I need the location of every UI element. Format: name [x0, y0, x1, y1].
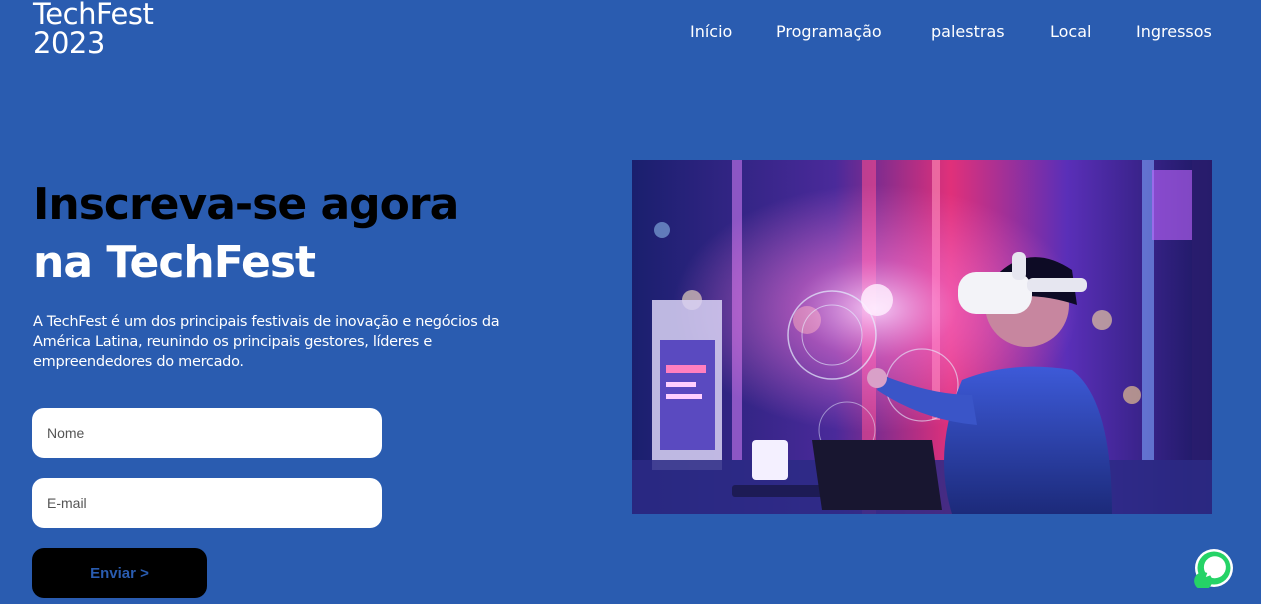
- main-nav: Início Programação palestras Local Ingre…: [0, 20, 1261, 44]
- nav-link-ingressos[interactable]: Ingressos: [1136, 20, 1212, 44]
- whatsapp-icon: [1194, 549, 1233, 590]
- whatsapp-button[interactable]: [1194, 548, 1234, 590]
- submit-button[interactable]: Enviar >: [32, 548, 207, 598]
- hero-description: A TechFest é um dos principais festivais…: [33, 314, 500, 370]
- email-input[interactable]: [32, 478, 382, 528]
- nav-link-inicio[interactable]: Início: [690, 20, 732, 44]
- nav-link-local[interactable]: Local: [1050, 20, 1091, 44]
- hero-image: [632, 160, 1212, 514]
- headline-line-1: Inscreva-se agora: [33, 179, 459, 230]
- name-input[interactable]: [32, 408, 382, 458]
- nav-link-palestras[interactable]: palestras: [931, 20, 1005, 44]
- hero-headline: Inscreva-se agora na TechFest: [33, 176, 459, 292]
- headline-line-2: na TechFest: [33, 237, 316, 288]
- vr-headset-person-photo: [632, 160, 1212, 514]
- nav-link-programacao[interactable]: Programação: [776, 20, 882, 44]
